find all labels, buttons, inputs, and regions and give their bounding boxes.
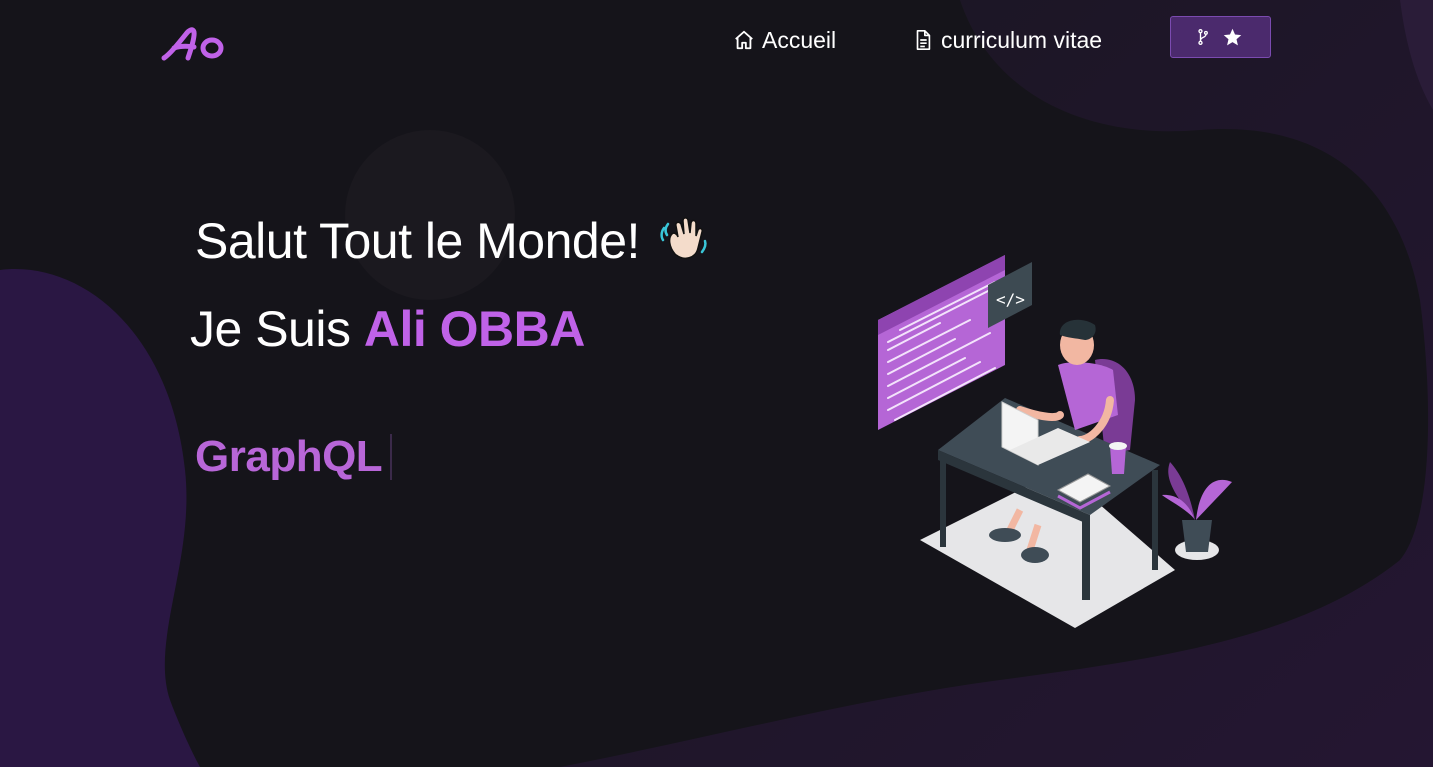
greeting-heading: Salut Tout le Monde!: [195, 212, 712, 270]
nav-home-label: Accueil: [762, 26, 837, 53]
developer-illustration: </>: [870, 250, 1240, 630]
greeting-text: Salut Tout le Monde!: [195, 213, 640, 269]
typewriter-word: GraphQL: [195, 432, 383, 481]
svg-text:</>: </>: [996, 290, 1025, 309]
typewriter-text: GraphQL: [195, 432, 393, 482]
author-name: Ali OBBA: [363, 301, 586, 357]
nav-link-cv[interactable]: curriculum vitae: [912, 24, 1102, 56]
navbar: Accueil curriculum vitae: [0, 0, 1433, 80]
logo-icon: [161, 27, 224, 61]
waving-hand-icon: [660, 217, 707, 259]
brand-logo[interactable]: [160, 22, 230, 66]
typewriter-cursor: [390, 434, 393, 480]
intro-heading: Je Suis Ali OBBA: [190, 300, 585, 358]
github-button[interactable]: [1170, 16, 1271, 58]
star-icon: [1223, 28, 1242, 45]
home-icon: [735, 30, 753, 50]
nav-link-home[interactable]: Accueil: [733, 24, 836, 56]
fork-icon: [1198, 29, 1208, 45]
nav-cv-label: curriculum vitae: [941, 26, 1103, 53]
intro-prefix: Je Suis: [190, 301, 351, 357]
document-icon: [916, 30, 931, 50]
